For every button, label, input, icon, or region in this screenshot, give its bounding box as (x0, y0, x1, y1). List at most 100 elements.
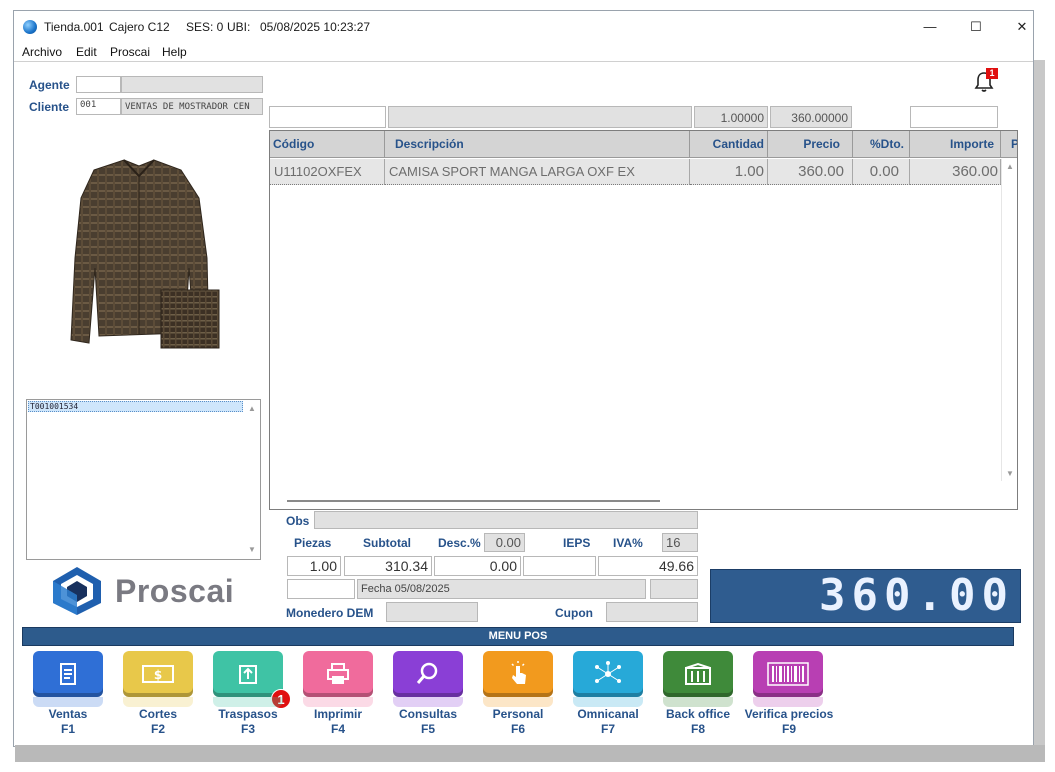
personal-tile[interactable] (483, 651, 553, 697)
ticket-list[interactable]: T001001534 ▲ ▼ (26, 399, 261, 560)
ubi-label: UBI: (227, 20, 251, 34)
barcode-icon (767, 662, 809, 686)
cell-descripcion[interactable]: CAMISA SPORT MANGA LARGA OXF EX (385, 159, 690, 185)
menu-pos-title: MENU POS (22, 627, 1014, 646)
upload-box-icon (239, 665, 257, 684)
tile-key-text: F1 (60, 722, 75, 736)
search-icon (416, 662, 438, 684)
date-prefix-field[interactable] (287, 579, 355, 599)
agent-code-input[interactable] (76, 76, 121, 93)
cell-codigo[interactable]: U11102OXFEX (270, 159, 385, 185)
tile-label-text: Traspasos (218, 707, 278, 721)
window-shadow-right (1034, 60, 1045, 762)
grid-vertical-scrollbar[interactable]: ▲ ▼ (1001, 159, 1017, 481)
sales-items-grid[interactable]: Código Descripción Cantidad Precio %Dto.… (269, 130, 1018, 510)
ieps-label: IEPS (563, 536, 591, 550)
client-code-input[interactable]: 001 (76, 98, 121, 115)
iva-amount-field: 49.66 (598, 556, 698, 576)
item-code-input[interactable] (269, 106, 386, 128)
scroll-down-icon[interactable]: ▼ (1006, 469, 1014, 478)
cupon-field[interactable] (606, 602, 698, 622)
tile-key-text: F6 (510, 722, 525, 736)
obs-field[interactable] (314, 511, 698, 529)
pos-main-panel: 1 Agente Cliente 001 VENTAS DE MOSTRADOR… (14, 63, 1033, 746)
col-header-importe[interactable]: Importe (910, 131, 1001, 158)
menu-help[interactable]: Help (162, 45, 187, 59)
tile-reflection (303, 697, 373, 707)
col-header-precio[interactable]: Precio (768, 131, 853, 158)
ventas-label[interactable]: Ventas F1 (23, 707, 113, 737)
tile-key-text: F9 (781, 722, 796, 736)
printer-icon (327, 663, 349, 684)
col-header-descuento[interactable]: %Dto. (853, 131, 910, 158)
date-extra-field (650, 579, 698, 599)
scroll-up-icon[interactable]: ▲ (248, 404, 256, 413)
date-field: Fecha 05/08/2025 (357, 579, 646, 599)
cell-cantidad[interactable]: 1.00 (690, 159, 768, 185)
omnicanal-tile[interactable] (573, 651, 643, 697)
close-button[interactable]: ✕ (999, 11, 1045, 42)
proscai-logo: Proscai (49, 565, 249, 617)
personal-label[interactable]: Personal F6 (473, 707, 563, 737)
menu-bar: Archivo Edit Proscai Help (14, 42, 1033, 62)
menu-proscai[interactable]: Proscai (110, 45, 150, 59)
scroll-thumb[interactable] (287, 500, 660, 502)
tile-reflection (663, 697, 733, 707)
col-header-descripcion[interactable]: Descripción (385, 131, 690, 158)
consultas-tile[interactable] (393, 651, 463, 697)
col-header-codigo[interactable]: Código (270, 131, 385, 158)
ticket-list-scrollbar[interactable]: ▲ ▼ (244, 400, 260, 559)
product-image (49, 158, 244, 358)
monedero-field[interactable] (386, 602, 478, 622)
traspasos-tile[interactable] (213, 651, 283, 697)
cell-descuento[interactable]: 0.00 (853, 159, 910, 185)
cashier-name: Cajero C12 (109, 20, 170, 34)
session-label: SES: 0 (186, 20, 224, 34)
ventas-tile[interactable] (33, 651, 103, 697)
verifica-precios-label[interactable]: Verifica precios F9 (739, 707, 839, 737)
back-office-label[interactable]: Back office F8 (653, 707, 743, 737)
discount-amount-field: 0.00 (434, 556, 521, 576)
discount-pct-field: 0.00 (484, 533, 525, 552)
receipt-icon (60, 663, 76, 685)
back-office-tile[interactable] (663, 651, 733, 697)
monedero-label: Monedero DEM (286, 606, 374, 620)
menu-edit[interactable]: Edit (76, 45, 97, 59)
subtotal-label: Subtotal (363, 536, 411, 550)
tile-label-text: Cortes (138, 707, 177, 721)
client-label: Cliente (29, 100, 70, 114)
notification-bell[interactable]: 1 (972, 68, 998, 92)
pieces-field: 1.00 (287, 556, 341, 576)
cortes-label[interactable]: Cortes F2 (113, 707, 203, 737)
consultas-label[interactable]: Consultas F5 (383, 707, 473, 737)
col-header-cantidad[interactable]: Cantidad (690, 131, 768, 158)
entry-extra-input[interactable] (910, 106, 998, 128)
cortes-tile[interactable]: $ (123, 651, 193, 697)
scroll-down-icon[interactable]: ▼ (248, 545, 256, 554)
maximize-button[interactable]: ☐ (953, 11, 999, 42)
notification-count-badge: 1 (986, 68, 998, 79)
tile-label-text: Personal (492, 707, 544, 721)
scroll-up-icon[interactable]: ▲ (1006, 162, 1014, 171)
traspasos-label[interactable]: Traspasos F3 (203, 707, 293, 737)
svg-text:$: $ (154, 668, 162, 682)
session-datetime: 05/08/2025 10:23:27 (260, 20, 371, 34)
menu-archivo[interactable]: Archivo (22, 45, 62, 59)
ticket-list-item[interactable]: T001001534 (28, 401, 243, 412)
cell-importe[interactable]: 360.00 (910, 159, 1001, 185)
agent-label: Agente (29, 78, 70, 92)
cell-precio[interactable]: 360.00 (768, 159, 853, 185)
entry-price-field: 360.00000 (770, 106, 852, 128)
imprimir-label[interactable]: Imprimir F4 (293, 707, 383, 737)
tile-reflection (753, 697, 823, 707)
discount-pct-label: Desc.% (438, 536, 481, 550)
verifica-precios-tile[interactable] (753, 651, 823, 697)
tile-reflection (33, 697, 103, 707)
grid-horizontal-scrollbar[interactable] (270, 492, 1001, 509)
col-header-p[interactable]: P (1001, 131, 1017, 158)
iva-pct-label: IVA% (613, 536, 643, 550)
imprimir-tile[interactable] (303, 651, 373, 697)
ieps-field (523, 556, 596, 576)
minimize-button[interactable]: — (907, 11, 953, 42)
omnicanal-label[interactable]: Omnicanal F7 (563, 707, 653, 737)
